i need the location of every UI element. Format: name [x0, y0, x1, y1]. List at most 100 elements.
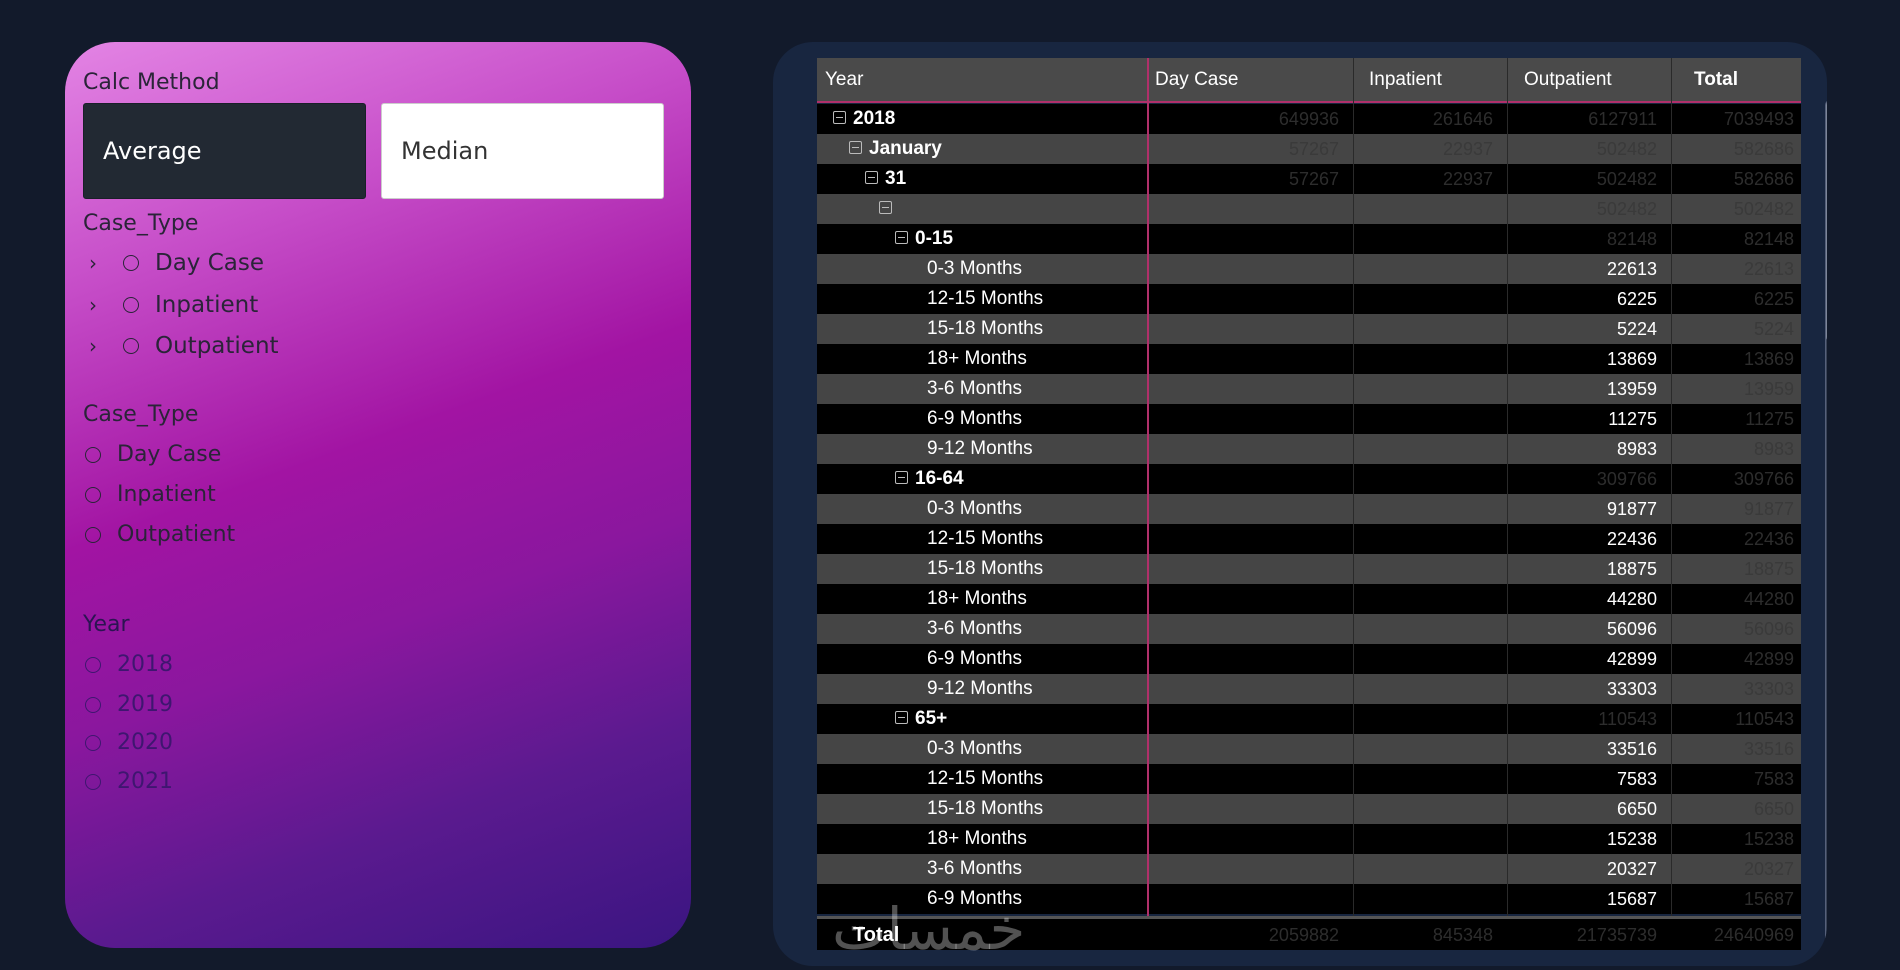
collapse-icon[interactable]: [865, 171, 878, 184]
cell-total: 502482: [1733, 199, 1794, 219]
radio-icon[interactable]: [85, 734, 101, 751]
column-header-day-case[interactable]: Day Case: [1155, 58, 1238, 101]
matrix-row[interactable]: 18+ Months 13869 13869: [817, 344, 1801, 374]
matrix-row[interactable]: 15-18 Months 18875 18875: [817, 554, 1801, 584]
case-type-list-item-label: Outpatient: [117, 522, 236, 547]
row-label: 9-12 Months: [927, 438, 1033, 459]
cell-outpatient: 13869: [1606, 349, 1657, 369]
matrix-row[interactable]: 18+ Months 44280 44280: [817, 584, 1801, 614]
cell-outpatient: 22436: [1606, 529, 1657, 549]
radio-icon[interactable]: [85, 696, 101, 713]
cell-total: 6225: [1753, 289, 1794, 309]
radio-icon[interactable]: [123, 338, 139, 354]
cell-outpatient: 6127911: [1588, 109, 1657, 129]
row-label: January: [869, 138, 942, 159]
matrix-group-row[interactable]: 502482 502482: [817, 194, 1801, 224]
cell-total: 5224: [1753, 319, 1794, 339]
row-label: 18+ Months: [927, 828, 1027, 849]
matrix-group-row[interactable]: 16-64 309766 309766: [817, 464, 1801, 494]
case-type-tree-item-inpatient[interactable]: › Inpatient: [89, 292, 258, 318]
collapse-icon[interactable]: [849, 141, 862, 154]
cell-outpatient: 6225: [1616, 289, 1657, 309]
radio-icon[interactable]: [123, 255, 139, 271]
matrix-row[interactable]: 0-3 Months 91877 91877: [817, 494, 1801, 524]
cell-outpatient: 15687: [1606, 889, 1657, 909]
cell-total: 582686: [1733, 169, 1794, 189]
matrix-row[interactable]: 3-6 Months 13959 13959: [817, 374, 1801, 404]
year-item-2019[interactable]: 2019: [85, 692, 173, 717]
cell-total: 309766: [1733, 469, 1794, 489]
column-header-total[interactable]: Total: [1694, 58, 1738, 101]
matrix-row[interactable]: 12-15 Months 6225 6225: [817, 284, 1801, 314]
collapse-icon[interactable]: [895, 231, 908, 244]
year-item-2021[interactable]: 2021: [85, 769, 173, 794]
cell-outpatient: 7583: [1616, 769, 1657, 789]
row-label: 0-3 Months: [927, 738, 1023, 759]
cell-outpatient: 502482: [1596, 199, 1657, 219]
matrix-row[interactable]: 15-18 Months 5224 5224: [817, 314, 1801, 344]
matrix-group-row[interactable]: 31 57267 22937 502482 582686: [817, 164, 1801, 194]
chevron-right-icon[interactable]: ›: [89, 251, 101, 275]
matrix-row[interactable]: 9-12 Months 8983 8983: [817, 434, 1801, 464]
year-item-2018[interactable]: 2018: [85, 652, 173, 677]
column-header-outpatient[interactable]: Outpatient: [1524, 58, 1612, 101]
scrollbar-thumb[interactable]: [1826, 101, 1827, 341]
collapse-icon[interactable]: [833, 111, 846, 124]
chevron-right-icon[interactable]: ›: [89, 334, 101, 358]
matrix-row[interactable]: 18+ Months 15238 15238: [817, 824, 1801, 854]
case-type-list-item-day-case[interactable]: Day Case: [85, 442, 221, 467]
case-type-tree-item-day-case[interactable]: › Day Case: [89, 250, 264, 276]
year-item-2020[interactable]: 2020: [85, 730, 173, 755]
column-header-inpatient[interactable]: Inpatient: [1369, 58, 1442, 101]
cell-inpatient: 22937: [1442, 139, 1493, 159]
year-item-label: 2020: [117, 730, 173, 755]
row-label: 12-15 Months: [927, 288, 1044, 309]
cell-outpatient: 110543: [1598, 709, 1657, 729]
calc-method-average-label: Average: [103, 137, 202, 165]
row-label: 65+: [915, 708, 948, 729]
matrix-group-row[interactable]: 65+ 110543 110543: [817, 704, 1801, 734]
matrix-row[interactable]: 15-18 Months 6650 6650: [817, 794, 1801, 824]
case-type-list-item-inpatient[interactable]: Inpatient: [85, 482, 216, 507]
matrix-row[interactable]: 0-3 Months 33516 33516: [817, 734, 1801, 764]
column-separator: [1507, 58, 1508, 950]
collapse-icon[interactable]: [895, 471, 908, 484]
matrix-row[interactable]: 9-12 Months 33303 33303: [817, 674, 1801, 704]
case-type-list-item-outpatient[interactable]: Outpatient: [85, 522, 235, 547]
radio-icon[interactable]: [85, 446, 101, 463]
matrix-row[interactable]: 6-9 Months 42899 42899: [817, 644, 1801, 674]
matrix-group-row[interactable]: 2018 649936 261646 6127911 7039493: [817, 104, 1801, 134]
row-header-divider: [1147, 58, 1149, 950]
radio-icon[interactable]: [123, 297, 139, 313]
row-label: 3-6 Months: [927, 858, 1023, 879]
cell-outpatient: 5224: [1616, 319, 1657, 339]
collapse-icon[interactable]: [879, 201, 892, 214]
matrix-row[interactable]: 12-15 Months 22436 22436: [817, 524, 1801, 554]
cell-outpatient: 20327: [1606, 859, 1657, 879]
radio-icon[interactable]: [85, 526, 101, 543]
cell-outpatient: 22613: [1606, 259, 1657, 279]
matrix-row[interactable]: 6-9 Months 11275 11275: [817, 404, 1801, 434]
row-label: 15-18 Months: [927, 558, 1044, 579]
case-type-tree-item-outpatient[interactable]: › Outpatient: [89, 333, 279, 359]
collapse-icon[interactable]: [895, 711, 908, 724]
matrix-group-row[interactable]: January 57267 22937 502482 582686: [817, 134, 1801, 164]
row-label: 0-15: [915, 228, 954, 249]
matrix-group-row[interactable]: 0-15 82148 82148: [817, 224, 1801, 254]
cell-total: 15687: [1743, 889, 1794, 909]
matrix-row[interactable]: 3-6 Months 56096 56096: [817, 614, 1801, 644]
chevron-right-icon[interactable]: ›: [89, 293, 101, 317]
calc-method-average-tile[interactable]: Average: [83, 103, 366, 199]
radio-icon[interactable]: [85, 486, 101, 503]
radio-icon[interactable]: [85, 773, 101, 790]
cell-total: 7583: [1753, 769, 1794, 789]
case-type-list-item-label: Inpatient: [117, 482, 216, 507]
matrix-row[interactable]: 12-15 Months 7583 7583: [817, 764, 1801, 794]
matrix-row[interactable]: 0-3 Months 22613 22613: [817, 254, 1801, 284]
row-label: 2018: [853, 108, 896, 129]
column-header-year[interactable]: Year: [825, 58, 863, 101]
radio-icon[interactable]: [85, 656, 101, 673]
matrix-row[interactable]: 3-6 Months 20327 20327: [817, 854, 1801, 884]
calc-method-median-tile[interactable]: Median: [381, 103, 664, 199]
year-item-label: 2021: [117, 769, 173, 794]
